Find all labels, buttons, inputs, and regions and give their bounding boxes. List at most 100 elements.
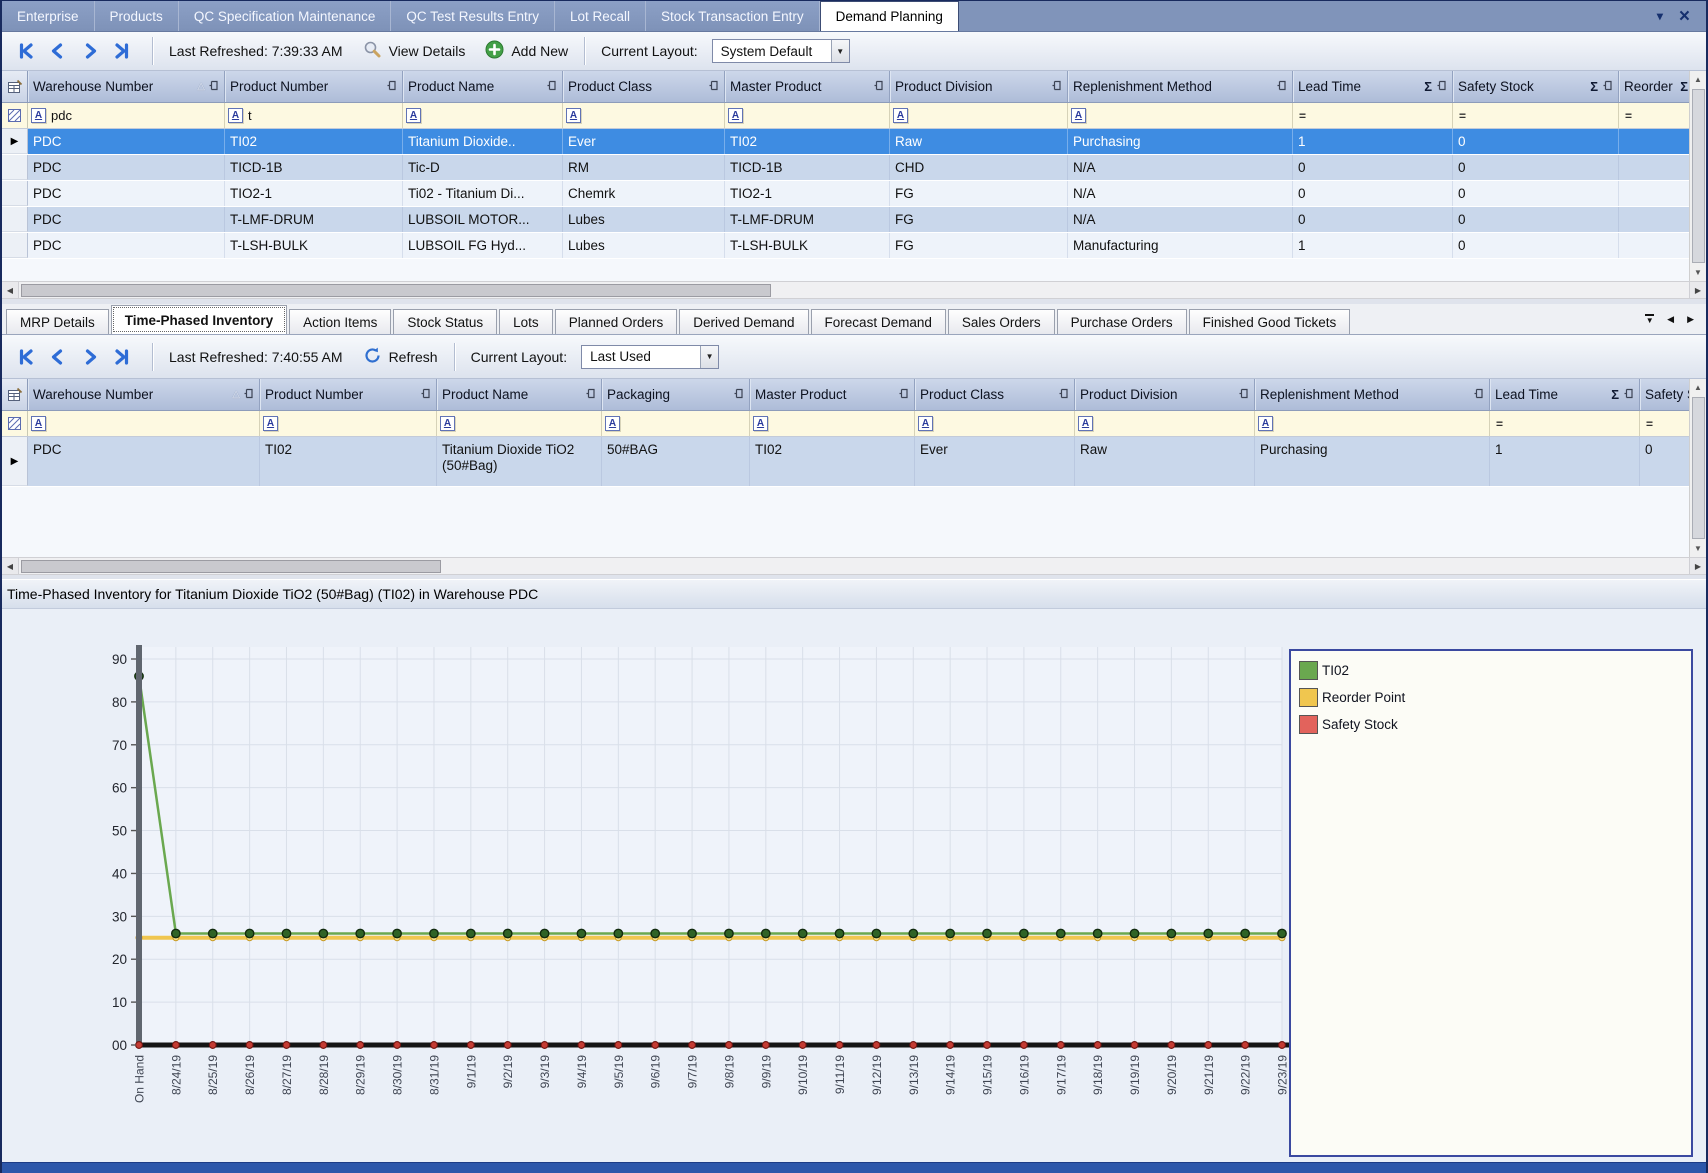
row-selector-cell[interactable] bbox=[2, 155, 28, 180]
filter-cell-product-division[interactable]: A bbox=[890, 103, 1068, 128]
detail-tab-time-phased-inventory[interactable]: Time-Phased Inventory bbox=[111, 305, 287, 334]
pin-icon-wrap[interactable] bbox=[733, 387, 744, 402]
tab-stock-transaction-entry[interactable]: Stock Transaction Entry bbox=[646, 1, 820, 31]
filter-cell-master-product[interactable]: A bbox=[725, 103, 890, 128]
grid-cell[interactable]: T-LSH-BULK bbox=[725, 233, 890, 258]
pin-icon-wrap[interactable] bbox=[1473, 387, 1484, 402]
grid-cell[interactable]: T-LMF-DRUM bbox=[725, 207, 890, 232]
sum-icon[interactable]: Σ bbox=[1424, 79, 1432, 94]
layout-dropdown[interactable]: Last Used ▼ bbox=[581, 345, 719, 369]
view-details-button[interactable]: View Details bbox=[363, 40, 466, 62]
products-grid-horizontal-scrollbar[interactable]: ◀ ▶ bbox=[2, 281, 1706, 299]
pin-icon[interactable] bbox=[1623, 388, 1634, 399]
grid-corner-cell[interactable] bbox=[2, 71, 28, 102]
detail-tab-action-items[interactable]: Action Items bbox=[289, 309, 391, 334]
detail-tab-derived-demand[interactable]: Derived Demand bbox=[679, 309, 808, 334]
equals-filter-icon[interactable]: = bbox=[1496, 417, 1503, 431]
pin-icon[interactable] bbox=[208, 80, 219, 91]
grid-cell[interactable]: FG bbox=[890, 181, 1068, 206]
pin-icon[interactable] bbox=[420, 388, 431, 399]
pin-icon-wrap[interactable] bbox=[1276, 79, 1287, 94]
grid-cell[interactable]: PDC bbox=[28, 181, 225, 206]
pin-icon[interactable] bbox=[585, 388, 596, 399]
tab-qc-specification-maintenance[interactable]: QC Specification Maintenance bbox=[179, 1, 392, 31]
text-filter-icon[interactable]: A bbox=[918, 416, 933, 431]
grid-cell[interactable]: Purchasing bbox=[1068, 129, 1293, 154]
pin-icon-wrap[interactable] bbox=[873, 79, 884, 94]
grid-cell[interactable]: N/A bbox=[1068, 181, 1293, 206]
sum-icon[interactable]: Σ bbox=[1680, 79, 1688, 94]
text-filter-icon[interactable]: A bbox=[728, 108, 743, 123]
filter-cell-lead-time[interactable]: = bbox=[1293, 103, 1453, 128]
text-filter-icon[interactable]: A bbox=[1071, 108, 1086, 123]
grid-cell[interactable]: Tic-D bbox=[403, 155, 563, 180]
filter-cell-product-number[interactable]: At bbox=[225, 103, 403, 128]
detail-tab-mrp-details[interactable]: MRP Details bbox=[6, 309, 109, 334]
detail-tab-planned-orders[interactable]: Planned Orders bbox=[555, 309, 678, 334]
pin-icon-wrap[interactable] bbox=[585, 387, 596, 402]
filter-cell-product-name[interactable]: A bbox=[437, 411, 602, 436]
pin-icon[interactable] bbox=[546, 80, 557, 91]
detail-grid-horizontal-scrollbar[interactable]: ◀ ▶ bbox=[2, 557, 1706, 575]
scroll-left-icon[interactable]: ◀ bbox=[2, 282, 19, 298]
scroll-left-icon[interactable]: ◀ bbox=[2, 558, 19, 574]
column-header-safety-stock[interactable]: Safety StockΣ bbox=[1453, 71, 1619, 102]
column-header-product-class[interactable]: Product Class bbox=[915, 379, 1075, 410]
pin-icon-wrap[interactable] bbox=[208, 79, 219, 94]
grid-cell[interactable]: Purchasing bbox=[1255, 437, 1490, 486]
grid-cell[interactable]: Ever bbox=[563, 129, 725, 154]
grid-cell[interactable]: PDC bbox=[28, 207, 225, 232]
column-header-product-class[interactable]: Product Class bbox=[563, 71, 725, 102]
text-filter-icon[interactable]: A bbox=[1078, 416, 1093, 431]
grid-options-icon[interactable] bbox=[7, 79, 23, 95]
grid-cell[interactable]: Manufacturing bbox=[1068, 233, 1293, 258]
text-filter-icon[interactable]: A bbox=[263, 416, 278, 431]
add-new-button[interactable]: Add New bbox=[485, 40, 568, 62]
tab-qc-test-results-entry[interactable]: QC Test Results Entry bbox=[391, 1, 555, 31]
grid-cell[interactable]: LUBSOIL FG Hyd... bbox=[403, 233, 563, 258]
grid-cell[interactable]: N/A bbox=[1068, 155, 1293, 180]
pin-icon[interactable] bbox=[1058, 388, 1069, 399]
detail-tab-purchase-orders[interactable]: Purchase Orders bbox=[1057, 309, 1187, 334]
grid-cell[interactable]: Lubes bbox=[563, 233, 725, 258]
filter-cell-replenishment-method[interactable]: A bbox=[1068, 103, 1293, 128]
pin-icon[interactable] bbox=[243, 388, 254, 399]
pin-icon-wrap[interactable] bbox=[546, 79, 557, 94]
row-selector-cell[interactable] bbox=[2, 233, 28, 258]
grid-cell[interactable]: Raw bbox=[1075, 437, 1255, 486]
pin-icon[interactable] bbox=[873, 80, 884, 91]
column-header-product-division[interactable]: Product Division bbox=[1075, 379, 1255, 410]
detail-tab-forecast-demand[interactable]: Forecast Demand bbox=[811, 309, 946, 334]
grid-cell[interactable]: Titanium Dioxide TiO2 (50#Bag) bbox=[437, 437, 602, 486]
first-record-button[interactable] bbox=[15, 348, 37, 366]
equals-filter-icon[interactable]: = bbox=[1625, 109, 1632, 123]
table-row[interactable]: ▶PDCTI02Titanium Dioxide..EverTI02RawPur… bbox=[2, 129, 1706, 155]
filter-cell-safety-stock[interactable]: = bbox=[1453, 103, 1619, 128]
pin-icon[interactable] bbox=[898, 388, 909, 399]
filter-cell-lead-time[interactable]: = bbox=[1490, 411, 1640, 436]
grid-cell[interactable]: 0 bbox=[1453, 181, 1619, 206]
filter-row-icon[interactable] bbox=[8, 417, 21, 430]
column-header-product-name[interactable]: Product Name bbox=[437, 379, 602, 410]
text-filter-icon[interactable]: A bbox=[605, 416, 620, 431]
row-selector-cell[interactable]: ▶ bbox=[2, 437, 28, 486]
table-row[interactable]: PDCTIO2-1Ti02 - Titanium Di...ChemrkTIO2… bbox=[2, 181, 1706, 207]
column-header-lead-time[interactable]: Lead TimeΣ bbox=[1293, 71, 1453, 102]
tab-demand-planning[interactable]: Demand Planning bbox=[820, 1, 959, 31]
grid-cell[interactable]: TI02 bbox=[225, 129, 403, 154]
column-header-warehouse-number[interactable]: Warehouse Number△ bbox=[28, 71, 225, 102]
filter-cell-warehouse-number[interactable]: Apdc bbox=[28, 103, 225, 128]
grid-cell[interactable]: TICD-1B bbox=[225, 155, 403, 180]
window-menu-icon[interactable]: ▾ bbox=[1657, 9, 1663, 23]
refresh-button[interactable]: Refresh bbox=[363, 346, 438, 368]
pin-icon[interactable] bbox=[1051, 80, 1062, 91]
last-record-button[interactable] bbox=[111, 42, 133, 60]
filter-cell-product-class[interactable]: A bbox=[915, 411, 1075, 436]
dropdown-arrow-icon[interactable]: ▼ bbox=[700, 346, 718, 368]
pin-icon-wrap[interactable] bbox=[1058, 387, 1069, 402]
grid-cell[interactable]: N/A bbox=[1068, 207, 1293, 232]
grid-cell[interactable]: 0 bbox=[1453, 129, 1619, 154]
grid-cell[interactable]: TI02 bbox=[725, 129, 890, 154]
products-grid-vertical-scrollbar[interactable]: ▲ ▼ bbox=[1689, 71, 1706, 281]
grid-cell[interactable]: Raw bbox=[890, 129, 1068, 154]
